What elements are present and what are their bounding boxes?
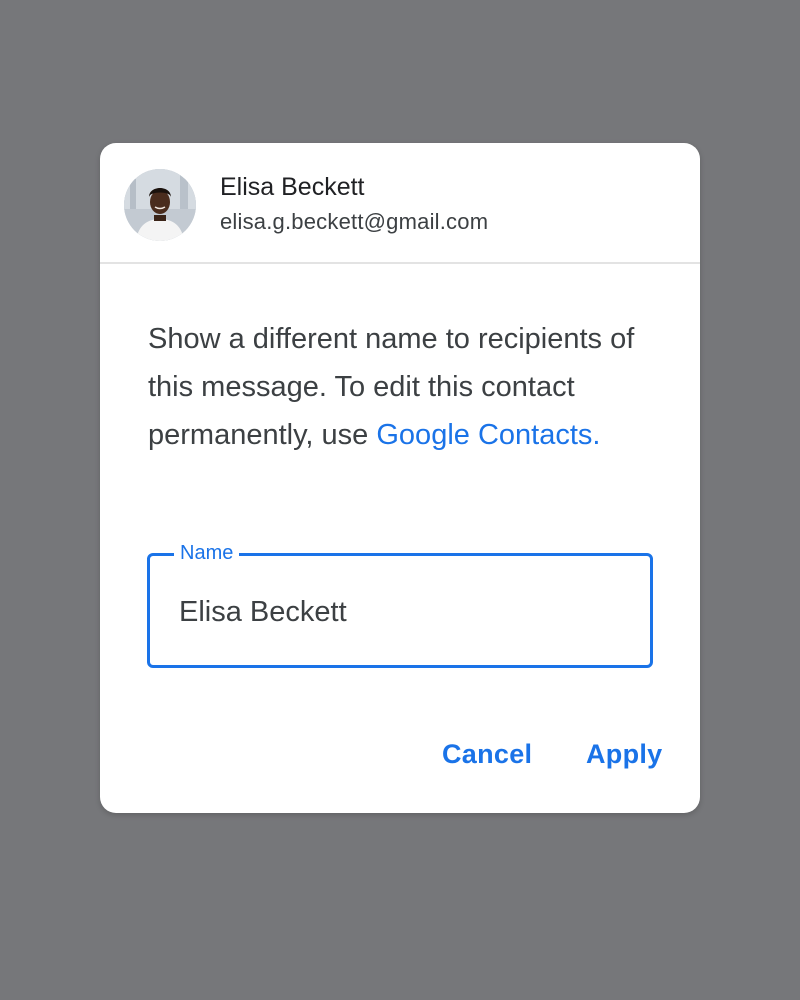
name-input[interactable] [179,592,619,632]
edit-display-name-dialog: Elisa Beckett elisa.g.beckett@gmail.com … [100,143,700,813]
account-email: elisa.g.beckett@gmail.com [220,209,489,234]
account-header: Elisa Beckett elisa.g.beckett@gmail.com [100,143,700,264]
dialog-description: Show a different name to recipients of t… [148,315,668,459]
avatar [124,169,196,241]
account-name: Elisa Beckett [220,173,365,201]
cancel-button[interactable]: Cancel [442,739,532,770]
name-field-label: Name [174,541,240,565]
name-field: Name [147,541,653,668]
apply-button[interactable]: Apply [586,739,663,770]
google-contacts-link[interactable]: Google Contacts. [376,419,600,451]
